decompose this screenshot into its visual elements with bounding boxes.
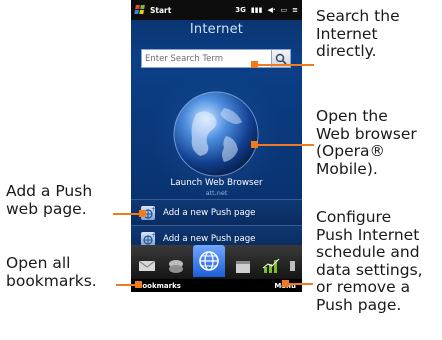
network-3g-icon: 3G: [235, 6, 246, 14]
configure-callout: Configure Push Internet schedule and dat…: [316, 208, 423, 314]
menu-callout-line: [285, 283, 313, 285]
mail-icon[interactable]: [136, 256, 158, 276]
phone-screen: Start 3G ▮▮▮ ◀︎· ▭ ≡ Internet Enter Sear…: [131, 0, 302, 292]
search-icon: [275, 53, 287, 65]
svg-text:+: +: [151, 232, 155, 239]
svg-text:+: +: [151, 206, 155, 213]
push-page-icon: +: [141, 231, 156, 246]
internet-globe-icon: [199, 251, 220, 271]
push-item-label: Add a new Push page: [163, 207, 256, 218]
search-callout-line: [254, 64, 314, 66]
tab-internet[interactable]: [193, 245, 226, 277]
launch-web-browser-label[interactable]: Launch Web Browser: [131, 178, 302, 188]
volume-icon[interactable]: ◀︎·: [267, 6, 275, 14]
list-item[interactable]: + Add a new Push page: [131, 199, 302, 225]
bookmarks-softkey[interactable]: Bookmarks: [137, 282, 181, 290]
push-item-label: Add a new Push page: [163, 233, 256, 244]
launch-url-label: att.net: [205, 189, 228, 197]
softkey-bar: Bookmarks Menu: [131, 279, 302, 292]
push-callout: Add a Push web page.: [6, 182, 93, 218]
tab-dock: [131, 245, 302, 279]
browser-callout-line: [254, 144, 314, 146]
browser-callout: Open the Web browser (Opera® Mobile).: [316, 107, 417, 178]
stocks-icon[interactable]: [260, 256, 282, 276]
windows-start-icon[interactable]: [134, 5, 146, 15]
internet-tab-title: Internet: [189, 22, 244, 37]
bookmarks-callout: Open all bookmarks.: [6, 254, 97, 290]
battery-icon: ▭: [280, 6, 288, 14]
globe-icon: [173, 91, 259, 177]
connectivity-icon[interactable]: ≡: [292, 6, 298, 14]
settings-tab-icon[interactable]: [289, 256, 297, 276]
search-callout: Search the Internet directly.: [316, 7, 400, 60]
signal-strength-icon: ▮▮▮: [250, 6, 263, 14]
start-label[interactable]: Start: [150, 6, 171, 15]
bookmarks-callout-line: [116, 284, 138, 286]
status-bar: Start 3G ▮▮▮ ◀︎· ▭ ≡: [131, 0, 302, 20]
launch-web-browser-button[interactable]: [150, 70, 282, 202]
push-callout-line: [113, 213, 141, 215]
calendar-icon[interactable]: [232, 256, 254, 276]
messaging-icon[interactable]: [165, 256, 187, 276]
push-page-list: + Add a new Push page + Add a new Push p…: [131, 199, 302, 251]
